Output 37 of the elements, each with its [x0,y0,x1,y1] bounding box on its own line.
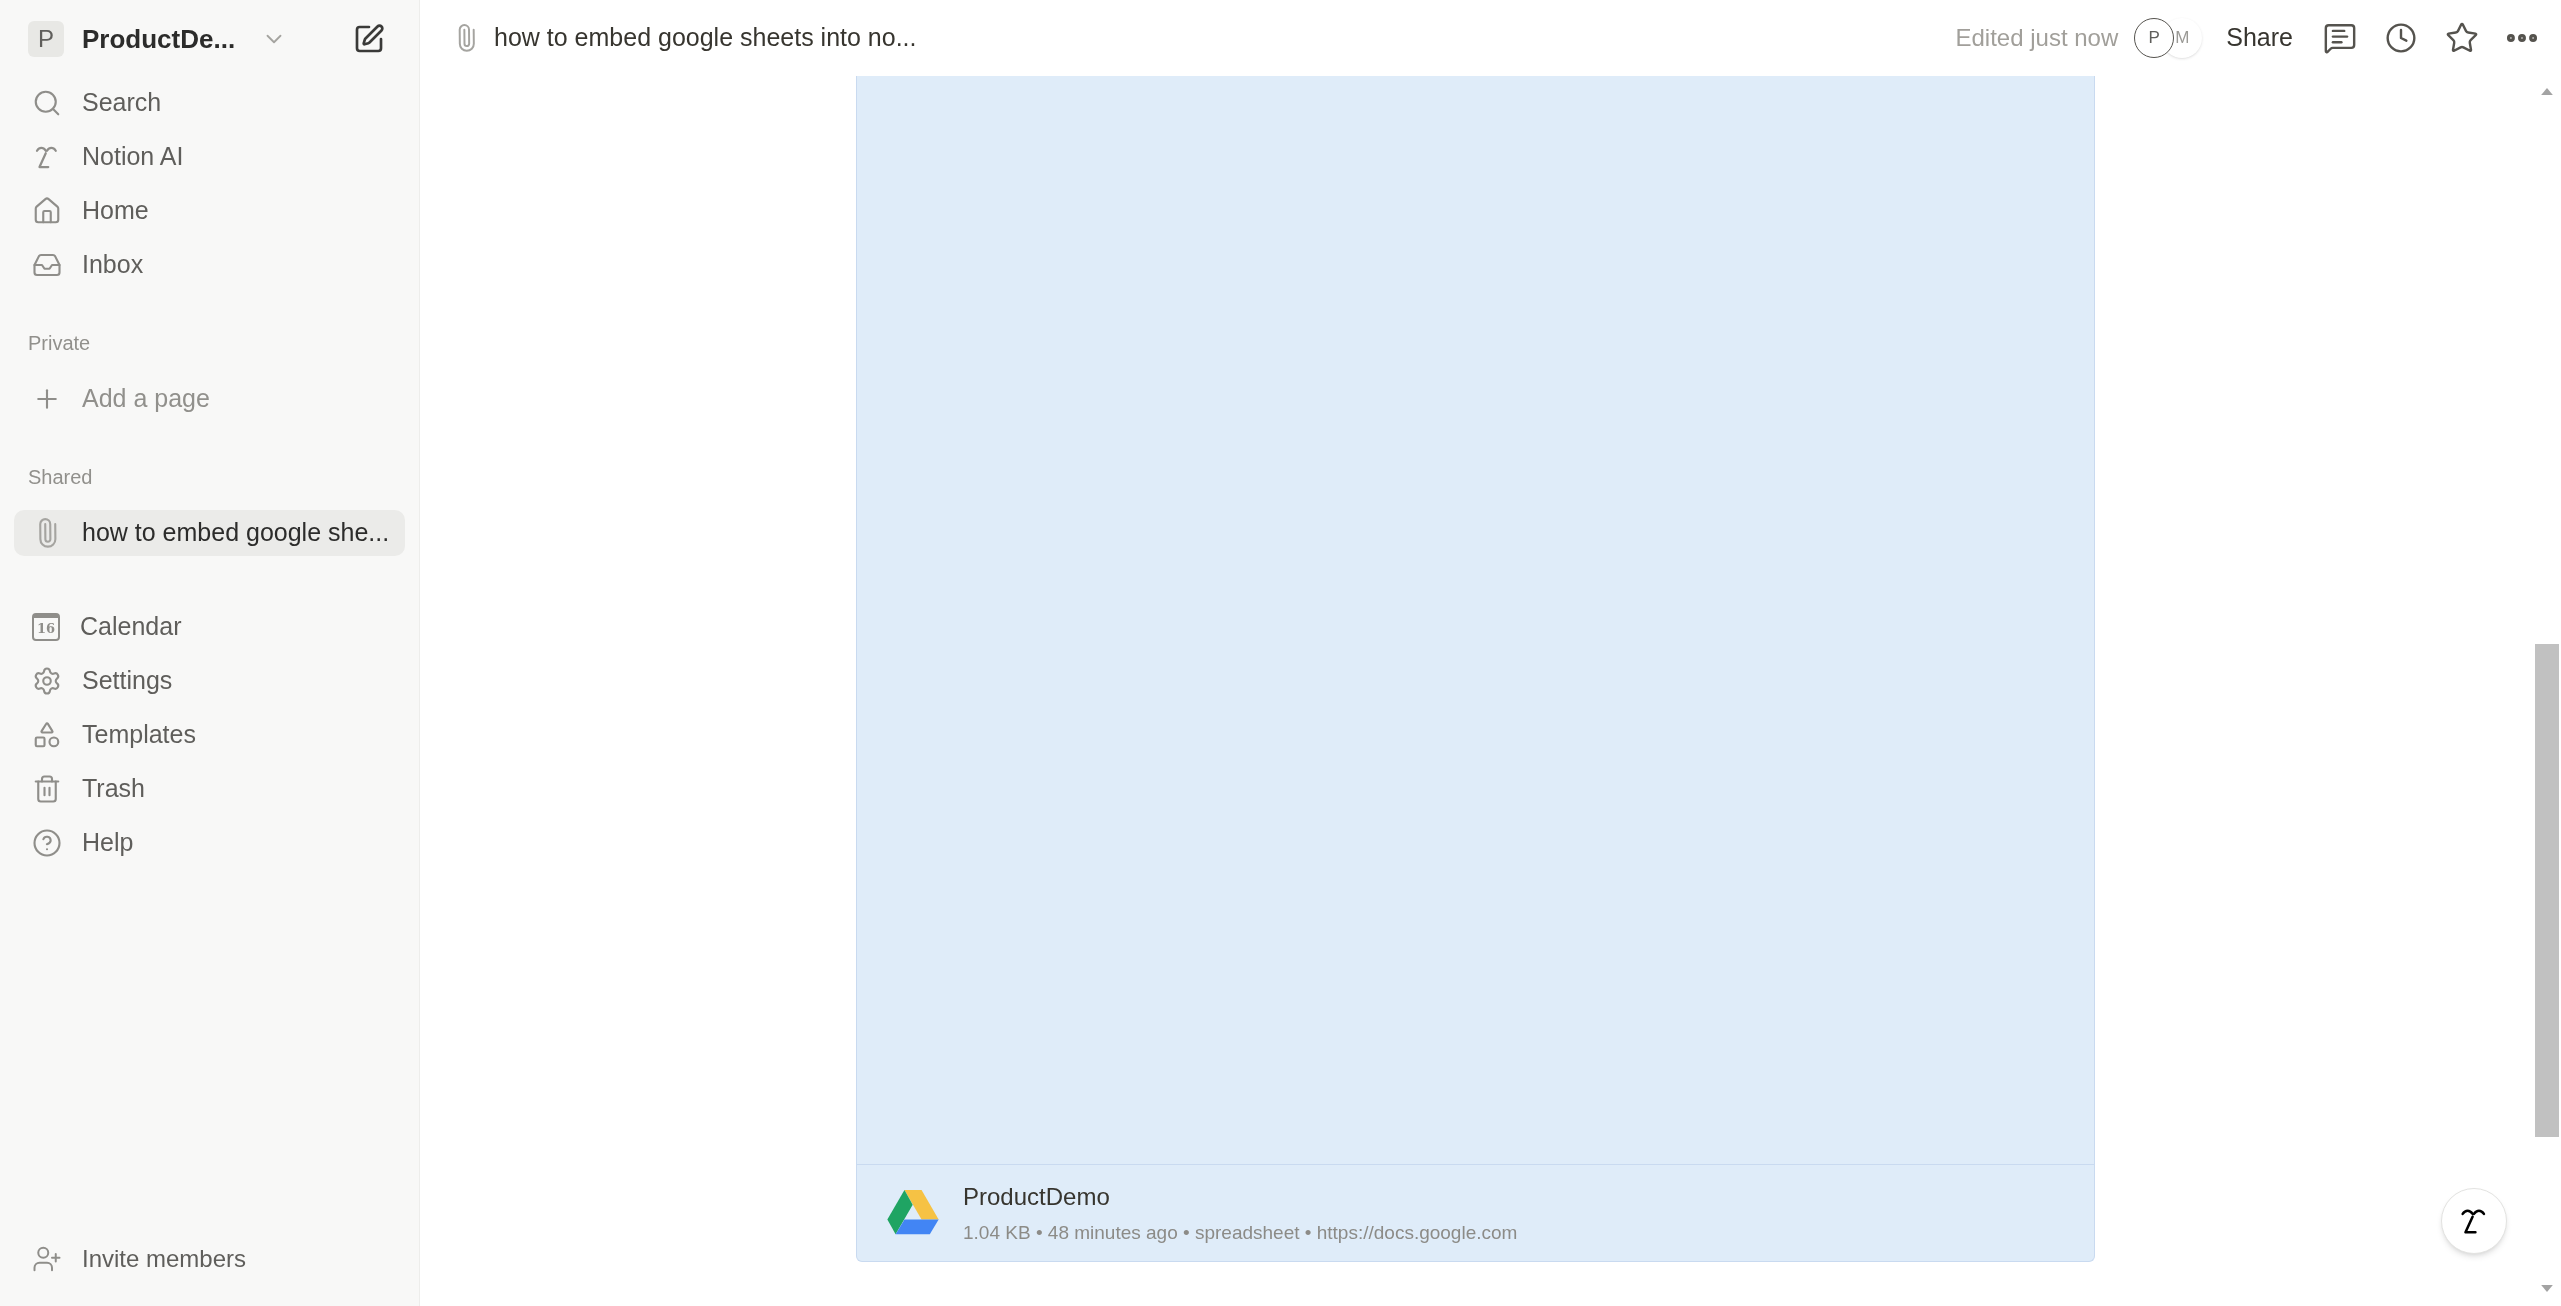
sidebar-item[interactable]: Templates [14,712,405,758]
page-title[interactable]: how to embed google sheets into no... [494,19,917,57]
drive-icon [887,1190,939,1236]
scroll-thumb[interactable] [2535,644,2559,1137]
settings-icon [32,666,62,696]
embed-card[interactable]: ProductDemo 1.04 KB • 48 minutes ago • spreadsheet • https://docs.google.com [856,76,2095,1262]
sidebar-item[interactable]: Settings [14,658,405,704]
comments-icon[interactable] [2323,21,2357,55]
sidebar-item[interactable]: Home [14,188,405,234]
section-label: Private [27,331,92,356]
search-icon [32,88,62,118]
shapes-icon [32,720,62,750]
sidebar-item[interactable]: how to embed google she... [14,510,405,556]
new-page-icon[interactable] [353,23,385,55]
sidebar-item[interactable]: Search [14,80,405,126]
invite-members-link[interactable]: Invite members [82,1241,247,1277]
clock-icon[interactable] [2385,22,2417,54]
file-name: ProductDemo [963,1181,1111,1212]
help-icon [32,828,62,858]
sidebar-item[interactable]: Trash [14,766,405,812]
workspace-avatar: P [28,21,64,57]
section-label: Shared [27,465,94,490]
home-icon [32,196,62,226]
star-icon[interactable] [2445,21,2479,55]
workspace-name[interactable]: ProductDe... [82,19,236,59]
trash-icon [32,774,62,804]
invite-icon [32,1244,62,1274]
calendar-icon: 16 [32,613,60,641]
sidebar-item[interactable]: Help [14,820,405,866]
edited-status: Edited just now [1955,23,2119,53]
file-meta: 1.04 KB • 48 minutes ago • spreadsheet • https://docs.google.com [963,1220,1518,1245]
ai-assistant-button[interactable] [2441,1188,2507,1254]
share-button[interactable]: Share [2220,19,2299,57]
sidebar-item[interactable]: Notion AI [14,134,405,180]
sidebar-item[interactable]: Inbox [14,242,405,288]
sidebar-item[interactable]: 16 Calendar [14,604,405,650]
user-avatar: P [2134,18,2175,58]
